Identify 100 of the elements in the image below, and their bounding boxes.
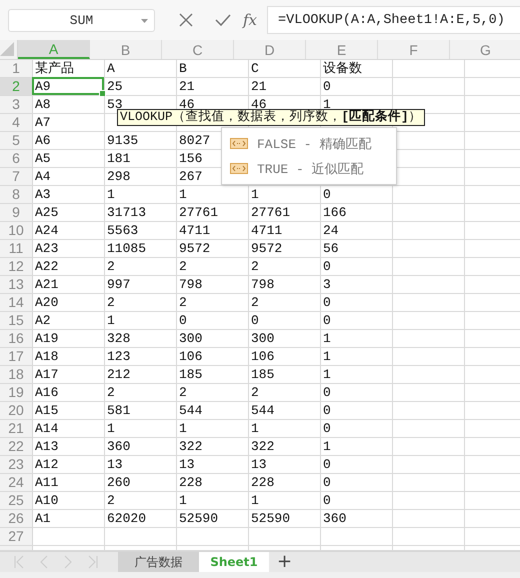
row-header[interactable]: 12 xyxy=(0,258,33,275)
table-cell: 2 xyxy=(251,385,259,400)
column-header[interactable]: E xyxy=(306,40,378,59)
table-cell: 27761 xyxy=(251,205,290,220)
caret-icon xyxy=(141,18,148,22)
table-cell: 185 xyxy=(251,367,274,382)
table-cell: 798 xyxy=(251,277,274,292)
row-header[interactable]: 1 xyxy=(0,60,33,77)
row-header[interactable]: 23 xyxy=(0,456,33,473)
table-cell: C xyxy=(251,61,259,76)
table-cell: A xyxy=(107,61,115,76)
table-cell: A5 xyxy=(35,151,51,166)
table-cell: 260 xyxy=(107,475,130,490)
formula-field[interactable]: =VLOOKUP(A:A,Sheet1!A:E,5,0) xyxy=(267,6,520,34)
sheet-tab[interactable]: Sheet1 xyxy=(199,552,269,572)
column-header[interactable]: D xyxy=(234,40,306,59)
row-header[interactable]: 7 xyxy=(0,168,33,185)
table-cell: 2 xyxy=(179,259,187,274)
table-cell: 9572 xyxy=(179,241,210,256)
table-cell: 2 xyxy=(107,295,115,310)
table-cell: A16 xyxy=(35,385,58,400)
table-cell: A15 xyxy=(35,403,58,418)
table-cell: 0 xyxy=(323,475,331,490)
table-cell: A17 xyxy=(35,367,58,382)
table-cell: 2 xyxy=(251,295,259,310)
table-cell: 798 xyxy=(179,277,202,292)
row-header[interactable]: 21 xyxy=(0,420,33,437)
row-header[interactable]: 6 xyxy=(0,150,33,167)
first-sheet-icon[interactable] xyxy=(14,555,24,569)
table-cell: 300 xyxy=(179,331,202,346)
table-cell: 360 xyxy=(107,439,130,454)
table-cell: 52590 xyxy=(179,511,218,526)
table-cell: 13 xyxy=(107,457,123,472)
table-cell: 1 xyxy=(179,421,187,436)
table-cell: 1 xyxy=(323,439,331,454)
row-header[interactable]: 27 xyxy=(0,528,33,545)
row-header[interactable]: 26 xyxy=(0,510,33,527)
add-sheet-button[interactable]: + xyxy=(277,552,292,572)
last-sheet-icon[interactable] xyxy=(88,555,98,569)
table-cell: 1 xyxy=(107,187,115,202)
row-header[interactable]: 11 xyxy=(0,240,33,257)
previous-sheet-icon[interactable] xyxy=(40,555,48,569)
table-cell: 0 xyxy=(323,385,331,400)
table-cell: 9135 xyxy=(107,133,138,148)
row-header[interactable]: 25 xyxy=(0,492,33,509)
table-cell: 设备数 xyxy=(323,61,362,76)
row-header[interactable]: 17 xyxy=(0,348,33,365)
row-header[interactable]: 8 xyxy=(0,186,33,203)
table-cell: 106 xyxy=(251,349,274,364)
row-header[interactable]: 18 xyxy=(0,366,33,383)
row-header[interactable]: 22 xyxy=(0,438,33,455)
row-header[interactable]: 3 xyxy=(0,96,33,113)
row-header[interactable]: 10 xyxy=(0,222,33,239)
checkmark-icon[interactable] xyxy=(215,14,231,26)
function-tooltip: VLOOKUP（查找值，数据表，列序数，[匹配条件]） xyxy=(117,109,425,126)
row-header[interactable]: 19 xyxy=(0,384,33,401)
select-all-icon[interactable] xyxy=(0,42,14,56)
suggestion-item[interactable]: FALSE - 精确匹配 xyxy=(222,131,396,156)
table-cell: 1 xyxy=(251,421,259,436)
close-icon[interactable] xyxy=(179,13,193,27)
table-cell: A19 xyxy=(35,331,58,346)
function-button[interactable]: fx xyxy=(243,11,258,29)
row-header[interactable]: 4 xyxy=(0,114,33,131)
suggestion-item[interactable]: TRUE - 近似匹配 xyxy=(222,156,396,181)
table-cell: A21 xyxy=(35,277,58,292)
row-header[interactable]: 15 xyxy=(0,312,33,329)
row-header[interactable]: 13 xyxy=(0,276,33,293)
table-cell: A23 xyxy=(35,241,58,256)
row-header[interactable]: 16 xyxy=(0,330,33,347)
table-cell: 4711 xyxy=(251,223,282,238)
name-box[interactable]: SUM xyxy=(8,8,155,32)
table-cell: 360 xyxy=(323,511,346,526)
next-sheet-icon[interactable] xyxy=(64,555,72,569)
row-header[interactable]: 2 xyxy=(0,78,33,95)
column-header[interactable]: A xyxy=(18,40,90,59)
row-header[interactable]: 5 xyxy=(0,132,33,149)
table-cell: 1 xyxy=(323,97,331,112)
table-cell: 27761 xyxy=(179,205,218,220)
table-cell: 4711 xyxy=(179,223,210,238)
column-header[interactable]: G xyxy=(450,40,520,59)
table-cell: 8027 xyxy=(179,133,210,148)
column-header[interactable]: F xyxy=(378,40,450,59)
column-header[interactable]: C xyxy=(162,40,234,59)
table-cell: 1 xyxy=(323,331,331,346)
table-cell: A14 xyxy=(35,421,58,436)
table-cell: 9572 xyxy=(251,241,282,256)
table-cell: A11 xyxy=(35,475,58,490)
row-header[interactable]: 14 xyxy=(0,294,33,311)
table-cell: 52590 xyxy=(251,511,290,526)
table-cell: 1 xyxy=(323,367,331,382)
table-cell: 0 xyxy=(323,187,331,202)
table-cell: 322 xyxy=(251,439,274,454)
column-header[interactable]: B xyxy=(90,40,162,59)
row-header[interactable]: 9 xyxy=(0,204,33,221)
table-cell: 997 xyxy=(107,277,130,292)
row-header[interactable]: 20 xyxy=(0,402,33,419)
row-header[interactable]: 24 xyxy=(0,474,33,491)
sheet-tab[interactable]: 广告数据 xyxy=(118,552,199,572)
table-cell: 1 xyxy=(107,313,115,328)
table-cell: 0 xyxy=(323,403,331,418)
